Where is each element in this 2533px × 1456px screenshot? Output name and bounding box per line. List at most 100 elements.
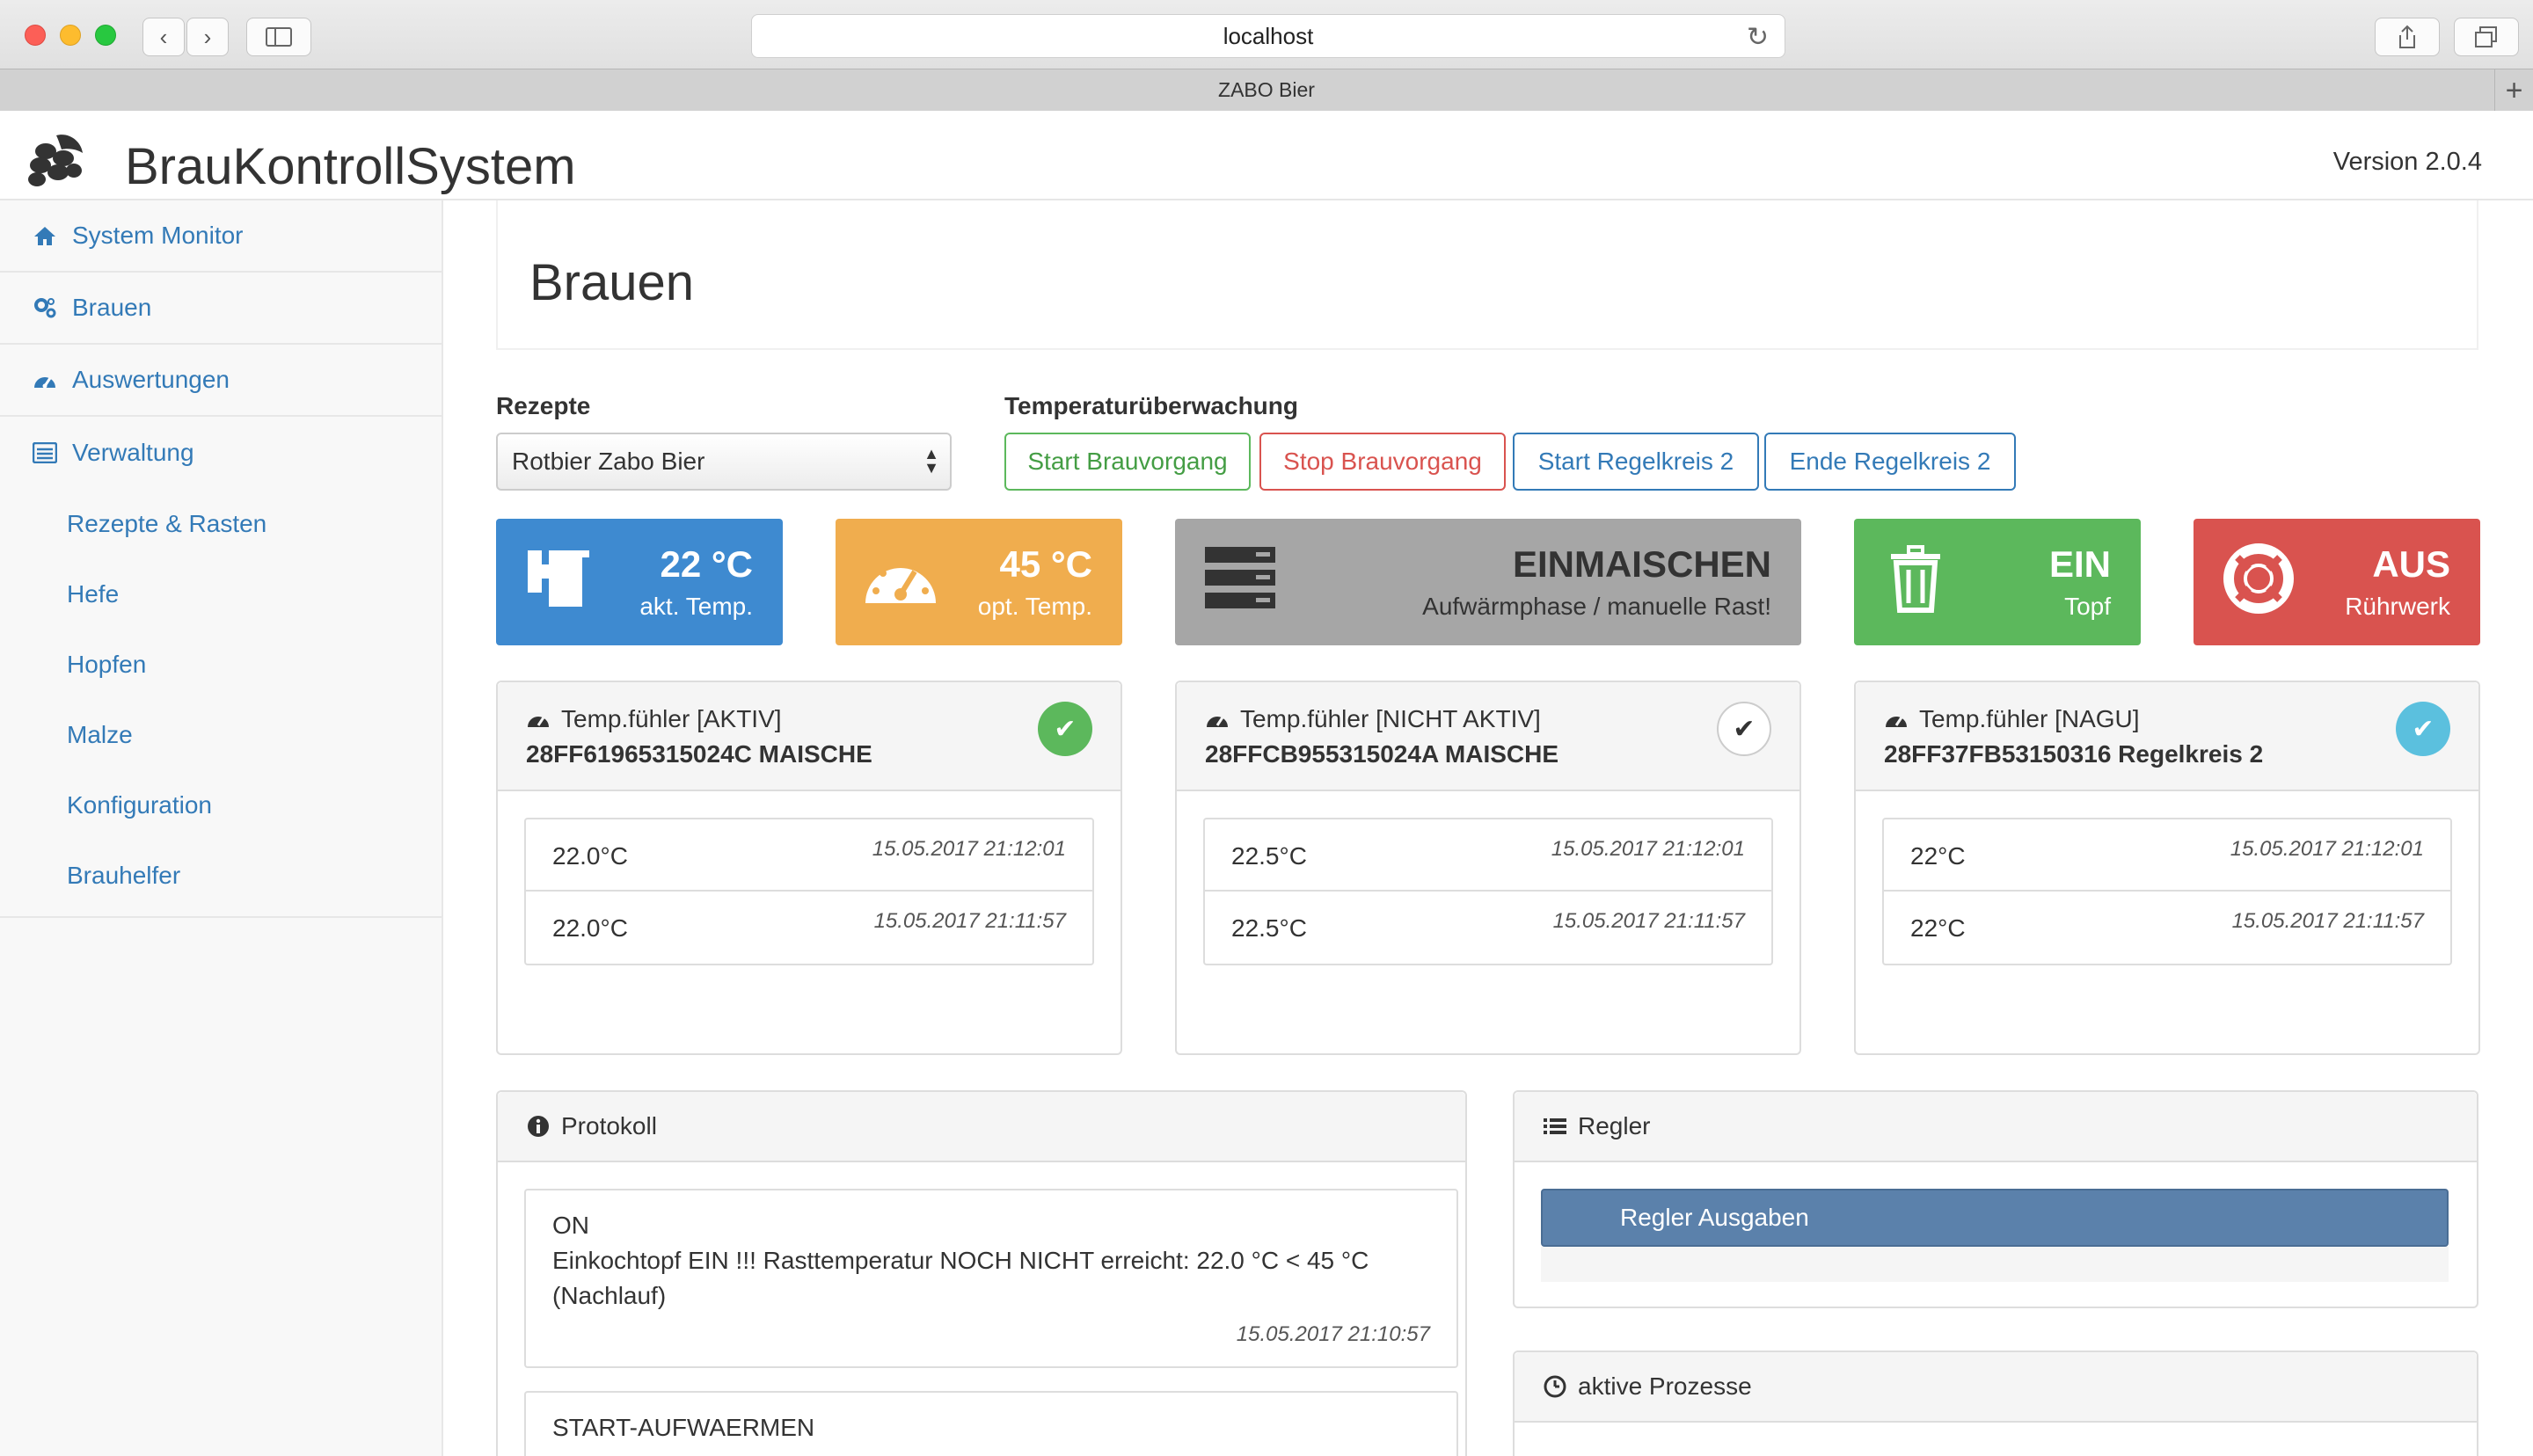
plus-icon: + [2505, 73, 2523, 107]
recipe-select-value: Rotbier Zabo Bier [512, 448, 705, 475]
sidebar-item-label: Brauen [72, 294, 152, 321]
log-line: Einkochtopf EIN !!! Rasttemperatur NOCH … [552, 1247, 1369, 1274]
check-icon: ✔ [1733, 714, 1756, 744]
reading-time: 15.05.2017 21:11:57 [2231, 909, 2424, 933]
sensor-status-row: Temp.fühler [NAGU] [1884, 705, 2140, 733]
sensor-panel: Temp.fühler [AKTIV] 28FF61965315024C MAI… [496, 681, 1122, 1055]
log-line: (Nachlauf) [552, 1282, 667, 1309]
sidebar-item-verwaltung[interactable]: Verwaltung [0, 417, 442, 489]
list-item: 22°C 15.05.2017 21:12:01 [1884, 819, 2450, 892]
list-item: 22.0°C 15.05.2017 21:12:01 [526, 819, 1092, 892]
dashboard-icon [1207, 717, 1228, 727]
sensor-id: 28FF37FB53150316 Regelkreis 2 [1884, 740, 2264, 768]
sidebar-subitem-brauhelfer[interactable]: Brauhelfer [0, 841, 442, 911]
controller-title: Regler [1578, 1112, 1651, 1139]
hop-logo-icon [28, 135, 83, 186]
sidebar: System Monitor Brauen Auswertungen Verwa… [0, 200, 443, 1456]
list-item: 22.0°C 15.05.2017 21:11:57 [526, 892, 1092, 964]
info-circle-icon [528, 1116, 549, 1137]
back-button[interactable]: ‹ [142, 18, 185, 56]
cogs-icon [32, 295, 58, 321]
agitator-tile: AUS Rührwerk [2194, 519, 2480, 645]
controller-output-area [1541, 1247, 2449, 1282]
readings-list: 22°C 15.05.2017 21:12:01 22°C 15.05.2017… [1882, 818, 2452, 965]
current-temp-label: akt. Temp. [639, 593, 753, 620]
tabs-overview-button[interactable] [2454, 18, 2519, 56]
start-control-loop-2-button[interactable]: Start Regelkreis 2 [1513, 433, 1759, 491]
dashboard-icon [1886, 717, 1907, 727]
page-title: Brauen [529, 254, 695, 311]
sensor-active-check[interactable]: ✔ [1038, 702, 1092, 756]
tab-bar: ZABO Bier + [0, 69, 2533, 112]
sensor-id: 28FF61965315024C MAISCHE [526, 740, 872, 768]
zoom-window-button[interactable] [95, 25, 116, 46]
agitator-value: AUS [2372, 543, 2450, 585]
new-tab-button[interactable]: + [2494, 69, 2533, 112]
sensor-panel-header: Temp.fühler [NICHT AKTIV] 28FFCB95531502… [1177, 682, 1799, 791]
sidebar-item-brauen[interactable]: Brauen [0, 273, 442, 345]
sidebar-item-system-monitor[interactable]: System Monitor [0, 200, 442, 273]
sidebar-subitem-malze[interactable]: Malze [0, 700, 442, 770]
main-content: Brauen Rezepte Rotbier Zabo Bier ▲ ▼ Temp… [445, 200, 2533, 1456]
reading-value: 22.0°C [552, 914, 628, 942]
gauge-icon [865, 561, 936, 603]
controller-output-button[interactable]: Regler Ausgaben [1541, 1189, 2449, 1247]
sidebar-subitem-hefe[interactable]: Hefe [0, 559, 442, 630]
stop-brewing-button[interactable]: Stop Brauvorgang [1259, 433, 1506, 491]
minimize-window-button[interactable] [60, 25, 81, 46]
sensor-panel-header: Temp.fühler [AKTIV] 28FF61965315024C MAI… [498, 682, 1121, 791]
sensor-active-check[interactable]: ✔ [1717, 702, 1771, 756]
log-line: ON [552, 1212, 589, 1239]
version-label: Version 2.0.4 [2332, 148, 2482, 176]
controller-panel: Regler Regler Ausgaben [1513, 1090, 2478, 1308]
sidebar-toggle-button[interactable] [246, 18, 311, 56]
start-brewing-button[interactable]: Start Brauvorgang [1004, 433, 1251, 491]
chevron-left-icon: ‹ [159, 23, 168, 50]
readings-list: 22.0°C 15.05.2017 21:12:01 22.0°C 15.05.… [524, 818, 1094, 965]
current-temp-value: 22 °C [660, 543, 753, 585]
reading-value: 22.0°C [552, 842, 628, 870]
protocol-panel: Protokoll ON Einkochtopf EIN !!! Rasttem… [496, 1090, 1467, 1456]
sensor-active-check[interactable]: ✔ [2396, 702, 2450, 756]
sidebar-subitem-hopfen[interactable]: Hopfen [0, 630, 442, 700]
list-item: 22.5°C 15.05.2017 21:12:01 [1205, 819, 1771, 892]
forward-button[interactable]: › [186, 18, 229, 56]
reading-value: 22°C [1910, 914, 1966, 942]
phase-label: Aufwärmphase / manuelle Rast! [1422, 593, 1771, 620]
active-processes-title: aktive Prozesse [1578, 1372, 1752, 1400]
end-control-loop-2-button[interactable]: Ende Regelkreis 2 [1764, 433, 2016, 491]
target-temp-tile: 45 °C opt. Temp. [836, 519, 1122, 645]
sensor-status: Temp.fühler [AKTIV] [561, 705, 782, 732]
sidebar-item-auswertungen[interactable]: Auswertungen [0, 345, 442, 417]
select-arrows-icon: ▲ ▼ [923, 445, 939, 477]
pot-label: Topf [2064, 593, 2111, 620]
tab-title[interactable]: ZABO Bier [1218, 78, 1315, 102]
agitator-label: Rührwerk [2345, 593, 2450, 620]
reading-value: 22.5°C [1231, 914, 1307, 942]
recipe-select[interactable]: Rotbier Zabo Bier ▲ ▼ [496, 433, 952, 491]
sidebar-subitem-rezepte-rasten[interactable]: Rezepte & Rasten [0, 489, 442, 559]
sensor-panel: Temp.fühler [NAGU] 28FF37FB53150316 Rege… [1854, 681, 2480, 1055]
sensor-panel: Temp.fühler [NICHT AKTIV] 28FFCB95531502… [1175, 681, 1801, 1055]
app-header: BrauKontrollSystem Version 2.0.4 [0, 111, 2533, 200]
log-time: 15.05.2017 21:10:57 [1236, 1322, 1430, 1346]
sensor-status: Temp.fühler [NICHT AKTIV] [1240, 705, 1541, 732]
reading-time: 15.05.2017 21:12:01 [2230, 837, 2424, 861]
reading-time: 15.05.2017 21:11:57 [1552, 909, 1745, 933]
reading-time: 15.05.2017 21:12:01 [872, 837, 1066, 861]
share-button[interactable] [2375, 18, 2440, 56]
list-alt-icon [32, 440, 58, 466]
check-icon: ✔ [1054, 714, 1077, 744]
address-bar[interactable]: localhost ↻ [751, 14, 1785, 58]
server-icon [1205, 547, 1275, 608]
close-window-button[interactable] [25, 25, 46, 46]
chevron-right-icon: › [203, 23, 212, 50]
sidebar-subitem-konfiguration[interactable]: Konfiguration [0, 770, 442, 841]
home-icon [32, 222, 58, 249]
reload-icon[interactable]: ↻ [1747, 22, 1769, 53]
browser-chrome: ‹ › localhost ↻ ZABO Bier + [0, 0, 2533, 112]
pot-tile: EIN Topf [1854, 519, 2141, 645]
log-line: START-AUFWAERMEN [552, 1414, 815, 1441]
pot-value: EIN [2048, 543, 2111, 585]
app-title: BrauKontrollSystem [125, 138, 576, 195]
